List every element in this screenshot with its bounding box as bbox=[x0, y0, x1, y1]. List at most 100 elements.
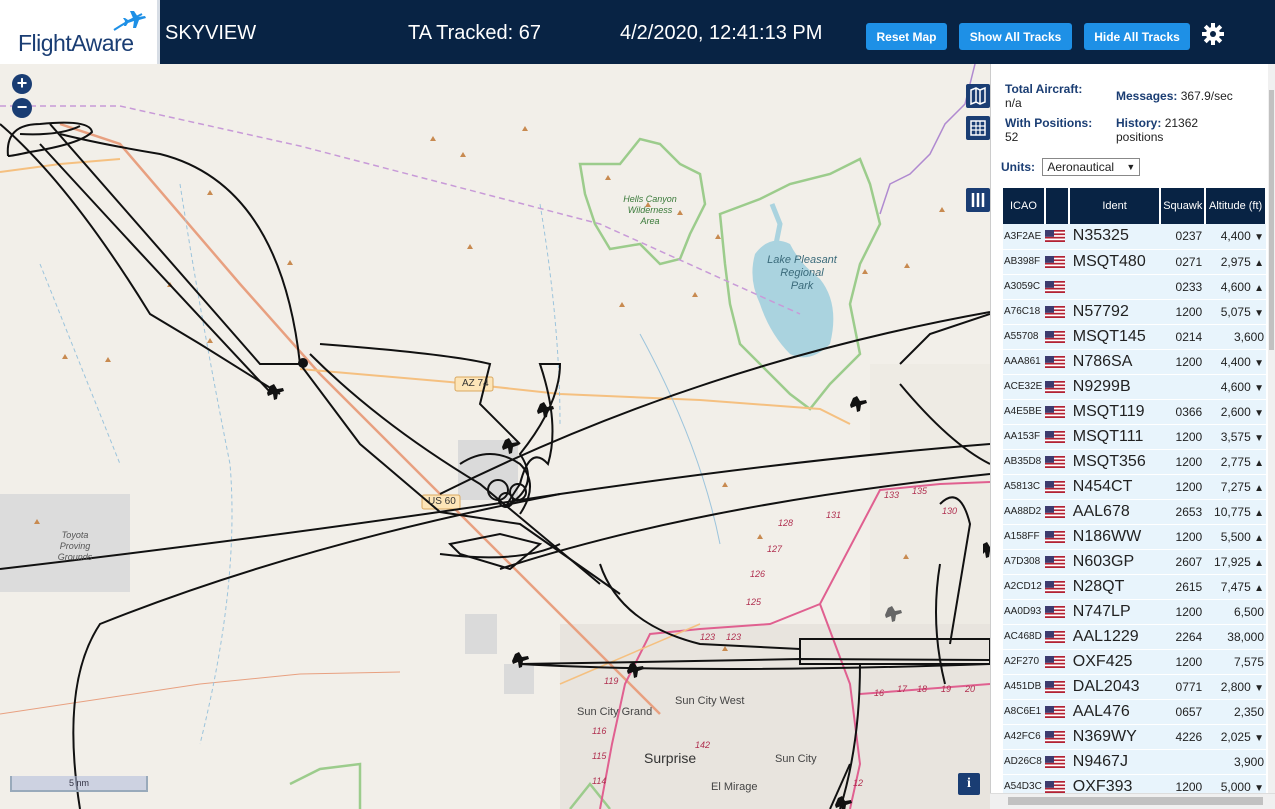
row-flag bbox=[1044, 724, 1069, 750]
zoom-out-button[interactable]: − bbox=[12, 98, 32, 118]
row-icao: AA88D2 bbox=[1003, 499, 1045, 525]
columns-toggle-button[interactable] bbox=[966, 188, 990, 212]
row-ident: N9467J bbox=[1068, 749, 1161, 775]
table-row[interactable]: AB398F MSQT480 0271 2,975 ▲ bbox=[1003, 249, 1266, 275]
row-flag bbox=[1044, 474, 1069, 500]
table-row[interactable]: A158FF N186WW 1200 5,500 ▲ bbox=[1003, 524, 1266, 550]
row-flag bbox=[1044, 699, 1069, 725]
altitude-trend-icon: ▼ bbox=[1254, 682, 1264, 694]
route-number: 20 bbox=[965, 684, 976, 694]
row-ident: N35325 bbox=[1068, 224, 1161, 250]
dropdown-arrow-icon: ▼ bbox=[1126, 162, 1136, 172]
table-row[interactable]: ACE32E N9299B 4,600 ▼ bbox=[1003, 374, 1266, 400]
table-row[interactable]: AAA861 N786SA 1200 4,400 ▼ bbox=[1003, 349, 1266, 375]
table-row[interactable]: A3F2AE N35325 0237 4,400 ▼ bbox=[1003, 224, 1266, 250]
route-number: 128 bbox=[778, 518, 794, 528]
us-flag-icon bbox=[1044, 530, 1065, 543]
route-number: 133 bbox=[884, 490, 900, 500]
table-row[interactable]: AA0D93 N747LP 1200 6,500 bbox=[1003, 599, 1266, 625]
route-number: 19 bbox=[941, 684, 952, 694]
row-icao: A42FC6 bbox=[1003, 724, 1045, 750]
row-altitude: 3,575 ▼ bbox=[1205, 424, 1266, 450]
map-layer bbox=[0, 64, 990, 809]
row-squawk: 2264 bbox=[1160, 624, 1206, 650]
row-ident: N369WY bbox=[1068, 724, 1161, 750]
flightaware-logo[interactable]: FlightAware bbox=[0, 0, 160, 64]
row-icao: AA153F bbox=[1003, 424, 1045, 450]
row-ident: AAL476 bbox=[1068, 699, 1161, 725]
table-row[interactable]: A4E5BE MSQT119 0366 2,600 ▼ bbox=[1003, 399, 1266, 425]
row-ident: N747LP bbox=[1068, 599, 1161, 625]
table-row[interactable]: AA88D2 AAL678 2653 10,775 ▲ bbox=[1003, 499, 1266, 525]
panel-hscroll-thumb[interactable] bbox=[1008, 797, 1263, 805]
messages-stat: Messages: 367.9/sec bbox=[1116, 89, 1233, 103]
table-row[interactable]: A451DB DAL2043 0771 2,800 ▼ bbox=[1003, 674, 1266, 700]
row-ident: MSQT111 bbox=[1068, 424, 1161, 450]
altitude-trend-icon: ▼ bbox=[1254, 382, 1264, 394]
table-row[interactable]: A42FC6 N369WY 4226 2,025 ▼ bbox=[1003, 724, 1266, 750]
col-ident[interactable]: Ident bbox=[1068, 188, 1162, 224]
row-altitude: 2,350 bbox=[1205, 699, 1266, 725]
grid-toggle-button[interactable] bbox=[966, 116, 990, 140]
table-row[interactable]: A55708 MSQT145 0214 3,600 bbox=[1003, 324, 1266, 350]
col-icao[interactable]: ICAO bbox=[1003, 188, 1046, 224]
table-row[interactable]: A8C6E1 AAL476 0657 2,350 bbox=[1003, 699, 1266, 725]
panel-scroll-thumb[interactable] bbox=[1269, 90, 1274, 350]
row-flag bbox=[1044, 399, 1069, 425]
show-all-tracks-button[interactable]: Show All Tracks bbox=[959, 23, 1072, 50]
row-flag bbox=[1044, 449, 1069, 475]
row-icao: A55708 bbox=[1003, 324, 1045, 350]
top-bar: FlightAware SKYVIEW TA Tracked: 67 4/2/2… bbox=[0, 0, 1275, 64]
table-row[interactable]: AA153F MSQT111 1200 3,575 ▼ bbox=[1003, 424, 1266, 450]
units-select[interactable]: Aeronautical ▼ bbox=[1042, 158, 1141, 176]
table-row[interactable]: A3059C 0233 4,600 ▲ bbox=[1003, 274, 1266, 300]
col-flag[interactable] bbox=[1044, 188, 1070, 224]
row-ident: N57792 bbox=[1068, 299, 1161, 325]
table-row[interactable]: A2F270 OXF425 1200 7,575 bbox=[1003, 649, 1266, 675]
zoom-in-button[interactable]: + bbox=[12, 74, 32, 94]
app-title: SKYVIEW bbox=[165, 22, 257, 44]
us-flag-icon bbox=[1044, 730, 1065, 743]
info-button[interactable]: i bbox=[958, 773, 980, 795]
sun-city-grand-label: Sun City Grand bbox=[577, 706, 653, 718]
us-flag-icon bbox=[1044, 680, 1065, 693]
table-row[interactable]: A5813C N454CT 1200 7,275 ▲ bbox=[1003, 474, 1266, 500]
toyota-label: Toyota Proving Grounds bbox=[57, 530, 93, 562]
altitude-trend-icon: ▼ bbox=[1254, 307, 1264, 319]
row-flag bbox=[1044, 274, 1069, 300]
table-header: ICAO Ident Squawk Altitude (ft) bbox=[1003, 188, 1267, 224]
table-row[interactable]: A2CD12 N28QT 2615 7,475 ▲ bbox=[1003, 574, 1266, 600]
route-number: 17 bbox=[897, 684, 908, 694]
row-altitude: 5,500 ▲ bbox=[1205, 524, 1266, 550]
us-flag-icon bbox=[1044, 455, 1065, 468]
table-row[interactable]: A76C18 N57792 1200 5,075 ▼ bbox=[1003, 299, 1266, 325]
row-altitude: 6,500 bbox=[1205, 599, 1266, 625]
route-number: 12 bbox=[853, 778, 864, 788]
col-altitude[interactable]: Altitude (ft) bbox=[1205, 188, 1267, 224]
table-row[interactable]: AB35D8 MSQT356 1200 2,775 ▲ bbox=[1003, 449, 1266, 475]
col-squawk[interactable]: Squawk bbox=[1160, 188, 1207, 224]
row-flag bbox=[1044, 599, 1069, 625]
table-row[interactable]: A7D308 N603GP 2607 17,925 ▲ bbox=[1003, 549, 1266, 575]
route-number: 135 bbox=[912, 486, 928, 496]
us-flag-icon bbox=[1044, 505, 1065, 518]
total-aircraft-stat: Total Aircraft: n/a bbox=[1005, 82, 1083, 110]
row-icao: A3F2AE bbox=[1003, 224, 1045, 250]
row-altitude: 2,800 ▼ bbox=[1205, 674, 1266, 700]
row-ident: N9299B bbox=[1068, 374, 1161, 400]
reset-map-button[interactable]: Reset Map bbox=[866, 23, 947, 50]
map-layers-button[interactable] bbox=[966, 84, 990, 108]
altitude-trend-icon: ▼ bbox=[1254, 732, 1264, 744]
gear-icon[interactable] bbox=[1201, 22, 1225, 46]
table-row[interactable]: AC468D AAL1229 2264 38,000 bbox=[1003, 624, 1266, 650]
altitude-trend-icon: ▲ bbox=[1254, 482, 1264, 494]
row-squawk: 0771 bbox=[1160, 674, 1206, 700]
row-altitude: 4,400 ▼ bbox=[1205, 224, 1266, 250]
altitude-trend-icon: ▼ bbox=[1254, 782, 1264, 794]
map-canvas[interactable]: Hells Canyon Wilderness Area Lake Pleasant… bbox=[0, 64, 990, 809]
hide-all-tracks-button[interactable]: Hide All Tracks bbox=[1084, 23, 1190, 50]
us-flag-icon bbox=[1044, 630, 1065, 643]
table-row[interactable]: AD26C8 N9467J 3,900 bbox=[1003, 749, 1266, 775]
row-flag bbox=[1044, 624, 1069, 650]
row-flag bbox=[1044, 524, 1069, 550]
